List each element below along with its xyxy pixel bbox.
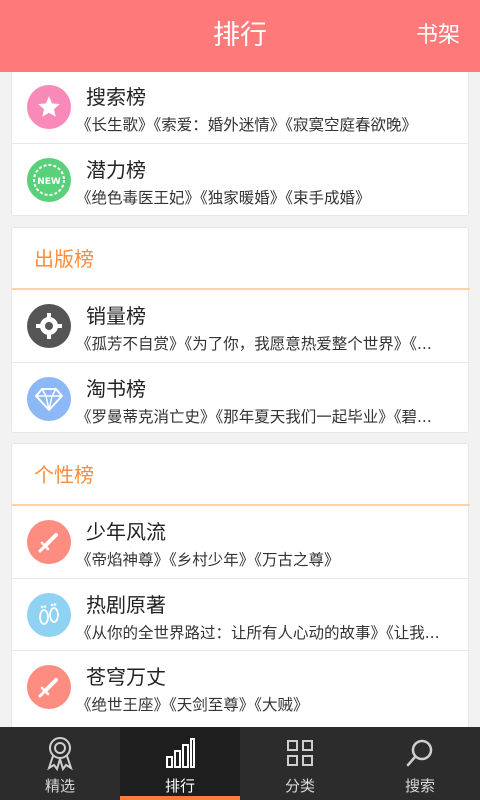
ranking-item-sales[interactable]: 销量榜 《孤芳不自赏》《为了你，我愿意热爱整个世界》《... [12, 290, 470, 362]
tab-label: 搜索 [404, 777, 435, 795]
ranking-item-books: 《罗曼蒂克消亡史》《那年夏天我们一起毕业》《碧... [76, 408, 432, 426]
page-title: 排行 [213, 20, 267, 51]
tab-featured[interactable]: 精选 [0, 727, 120, 800]
tab-search[interactable]: 搜索 [360, 727, 480, 800]
ranking-item-title: 热剧原著 [86, 593, 166, 617]
ranking-item-title: 少年风流 [86, 520, 166, 544]
personal-ranking-card: 个性榜 少年风流 《帝焰神尊》《乡村少年》《万古之尊》 热剧原著 《从你的全世界… [11, 443, 470, 727]
ranking-item-books: 《绝色毒医王妃》《独家暖婚》《束手成婚》 [76, 189, 371, 207]
new-badge-text: NEW [37, 177, 61, 187]
section-title-personal: 个性榜 [34, 463, 94, 487]
award-icon [0, 735, 120, 771]
tab-label: 精选 [44, 777, 75, 795]
app-header: 排行 书架 [0, 0, 480, 72]
general-ranking-card: 搜索榜 《长生歌》《索爱：婚外迷情》《寂寞空庭春欲晚》 NEW 潜力榜 《绝色毒… [11, 72, 470, 216]
tab-category[interactable]: 分类 [240, 727, 360, 800]
search-icon [360, 735, 480, 771]
sword-icon [27, 520, 71, 564]
ranking-item-books: 《长生歌》《索爱：婚外迷情》《寂寞空庭春欲晚》 [76, 116, 418, 134]
sword-icon [27, 665, 71, 709]
ranking-item-books: 《孤芳不自赏》《为了你，我愿意热爱整个世界》《... [76, 335, 432, 353]
grid-icon [240, 735, 360, 771]
bar-chart-icon [120, 735, 240, 771]
tab-ranking[interactable]: 排行 [120, 727, 240, 800]
ranking-item-youth[interactable]: 少年风流 《帝焰神尊》《乡村少年》《万古之尊》 [12, 506, 470, 578]
ranking-item-potential[interactable]: NEW 潜力榜 《绝色毒医王妃》《独家暖婚》《束手成婚》 [12, 143, 470, 215]
ranking-item-sky[interactable]: 苍穹万丈 《绝世王座》《天剑至尊》《大贼》 [12, 650, 470, 722]
bottom-tab-bar: 精选 排行 分类 搜索 [0, 727, 480, 800]
section-title-publish: 出版榜 [34, 247, 94, 271]
section-header: 出版榜 [12, 228, 470, 290]
section-header: 个性榜 [12, 444, 470, 506]
ranking-item-title: 销量榜 [86, 304, 146, 328]
ranking-item-title: 苍穹万丈 [86, 665, 166, 689]
star-icon [27, 85, 71, 129]
ranking-item-drama[interactable]: 热剧原著 《从你的全世界路过：让所有人心动的故事》《让我... [12, 578, 470, 650]
gear-icon [27, 304, 71, 348]
ranking-list[interactable]: 搜索榜 《长生歌》《索爱：婚外迷情》《寂寞空庭春欲晚》 NEW 潜力榜 《绝色毒… [0, 72, 480, 727]
tab-label: 分类 [284, 777, 315, 795]
new-badge-icon: NEW [27, 158, 71, 202]
ranking-item-taobook[interactable]: 淘书榜 《罗曼蒂克消亡史》《那年夏天我们一起毕业》《碧... [12, 362, 470, 434]
ranking-item-search[interactable]: 搜索榜 《长生歌》《索爱：婚外迷情》《寂寞空庭春欲晚》 [12, 72, 470, 143]
bookshelf-button[interactable]: 书架 [416, 0, 460, 72]
ranking-item-title: 淘书榜 [86, 377, 146, 401]
ranking-item-title: 潜力榜 [86, 158, 146, 182]
publish-ranking-card: 出版榜 销量榜 《孤芳不自赏》《为了你，我愿意热爱整个世界》《... 淘书榜 《… [11, 227, 470, 434]
tab-label: 排行 [164, 777, 195, 795]
ranking-item-books: 《绝世王座》《天剑至尊》《大贼》 [76, 696, 309, 714]
ranking-item-books: 《从你的全世界路过：让所有人心动的故事》《让我... [76, 624, 440, 642]
ranking-item-title: 搜索榜 [86, 85, 146, 109]
diamond-icon [27, 377, 71, 421]
ranking-item-books: 《帝焰神尊》《乡村少年》《万古之尊》 [76, 551, 340, 569]
footprints-icon [27, 593, 71, 637]
